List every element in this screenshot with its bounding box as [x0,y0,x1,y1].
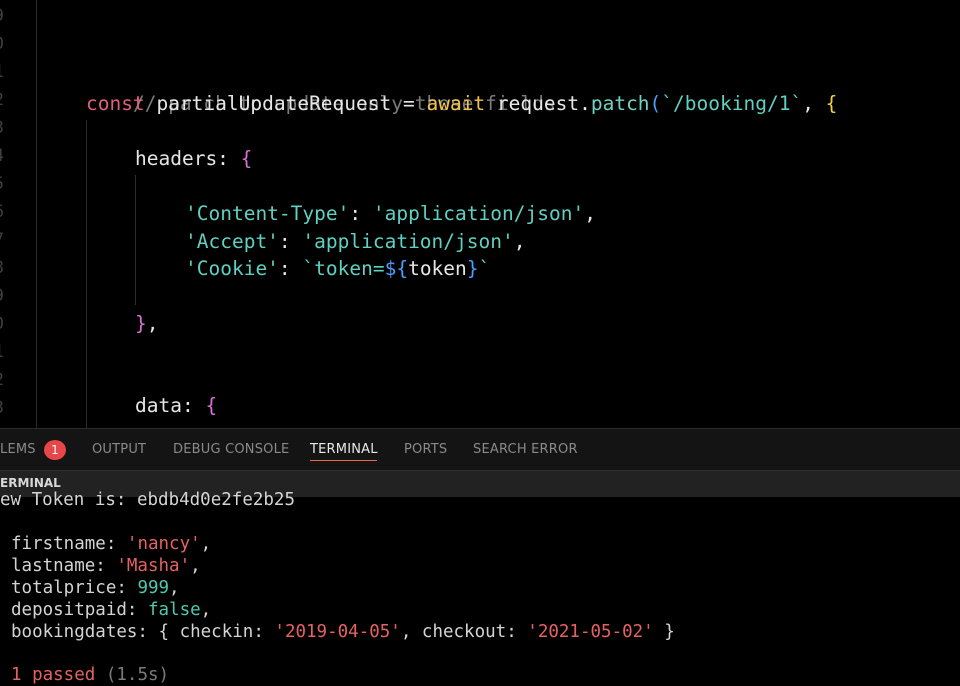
depositpaid-value: false [147,600,201,620]
totalprice-key: totalprice: [11,578,138,598]
terminal-title: ERMINAL [0,476,61,490]
comma: , [146,312,159,335]
code-line-request: const partialUpdateRequest = await reque… [86,90,837,118]
active-tab-indicator [310,460,377,461]
line-number: 7 [0,230,4,250]
cookie-template-start: `token= [302,257,385,280]
line-number: 1 [0,62,4,82]
template-variable: token [408,257,467,280]
line-number-gutter: 9 0 1 2 3 4 5 6 7 8 9 0 1 2 3 [0,0,37,428]
totalprice-value: 999 [137,578,170,598]
line-number: 5 [0,174,4,194]
tab-problems[interactable]: LEMS [0,442,36,457]
tab-search-error[interactable]: SEARCH ERROR [473,442,578,457]
headers-brace-close: } [135,312,147,335]
terminal-line-lastname: lastname: 'Masha', [11,555,201,577]
patch-method: patch [590,92,650,115]
await-keyword: await [426,92,486,115]
code-line-content-type: 'Content-Type': 'application/json', [185,200,596,228]
firstname-key: firstname: [11,534,127,554]
terminal-line-depositpaid: depositpaid: false, [11,599,211,621]
comma: , [190,556,201,576]
problems-count-badge: 1 [44,440,66,460]
data-brace-open: { [205,394,218,417]
colon: : [349,202,373,225]
line-number: 6 [0,202,4,222]
content-type-key: 'Content-Type' [185,202,350,225]
passed-text: 1 passed [11,665,96,685]
comma: , [200,600,212,620]
depositpaid-key: depositpaid: [11,600,148,620]
terminal-line-bookingdates: bookingdates: { checkin: '2019-04-05', c… [11,621,675,643]
bookingdates-key: bookingdates: { checkin: [11,622,275,642]
url-string: `/booking/1` [661,92,803,115]
const-keyword: const [86,92,145,115]
terminal-line-firstname: firstname: 'nancy', [11,533,211,555]
variable-declaration: partialUpdateRequest = [144,92,427,115]
brace-open: { [825,92,838,115]
line-number: 2 [0,370,4,390]
line-number: 3 [0,398,4,418]
comma: , [169,578,180,598]
code-editor[interactable]: 9 0 1 2 3 4 5 6 7 8 9 0 1 2 3 // patch t… [0,0,960,428]
checkin-value: '2019-04-05' [274,622,401,642]
lastname-key: lastname: [11,556,117,576]
colon: : [278,230,303,253]
code-line-cookie: 'Cookie': `token=${token}` [185,255,490,283]
cookie-template-end: ` [478,257,491,280]
line-number: 4 [0,146,4,166]
terminal-line-totalprice: totalprice: 999, [11,577,180,599]
code-line-accept: 'Accept': 'application/json', [185,228,525,256]
panel-tab-bar: LEMS OUTPUT DEBUG CONSOLE TERMINAL PORTS… [0,428,960,471]
headers-brace-open: { [240,147,253,170]
tab-terminal[interactable]: TERMINAL [310,442,378,457]
indent-guide [86,120,87,428]
code-line-comment: // patch to update only those fields [86,62,556,115]
bookingdates-end: } [653,622,675,642]
comma-separator: , [802,92,826,115]
content-type-value: 'application/json' [372,202,585,225]
tab-debug-console[interactable]: DEBUG CONSOLE [173,442,289,457]
comma: , [200,534,212,554]
line-number: 8 [0,258,4,278]
line-number: 9 [0,6,4,26]
line-number: 2 [0,90,4,110]
paren-open: ( [649,92,662,115]
line-number: 0 [0,314,4,334]
headers-key: headers: [135,147,241,170]
line-number: 1 [0,342,4,362]
lastname-value: 'Masha' [116,556,191,576]
indent-guide [135,175,136,305]
colon: : [278,257,303,280]
code-line-headers: headers: { [135,145,252,173]
terminal-token-line: ew Token is: ebdb4d0e2fe2b25 [0,490,296,510]
tab-output[interactable]: OUTPUT [92,442,146,457]
code-line-headers-close: }, [135,310,159,338]
accept-key: 'Accept' [185,230,279,253]
line-number: 9 [0,286,4,306]
duration-text: (1.5s) [95,665,170,685]
data-key: data: [135,394,206,417]
accept-value: 'application/json' [302,230,514,253]
firstname-value: 'nancy' [126,534,201,554]
line-number: 0 [0,34,4,54]
cookie-key: 'Cookie' [185,257,279,280]
request-object: request. [485,92,591,115]
comma: , [513,230,526,253]
template-dollar: ${ [384,257,409,280]
template-close: } [466,257,479,280]
checkout-key: , checkout: [400,622,528,642]
tab-ports[interactable]: PORTS [404,442,447,457]
comma: , [584,202,596,225]
code-line-data: data: { [135,392,217,420]
line-number: 3 [0,118,4,138]
terminal-line-result: 1 passed (1.5s) [11,664,169,686]
checkout-value: '2021-05-02' [527,622,654,642]
